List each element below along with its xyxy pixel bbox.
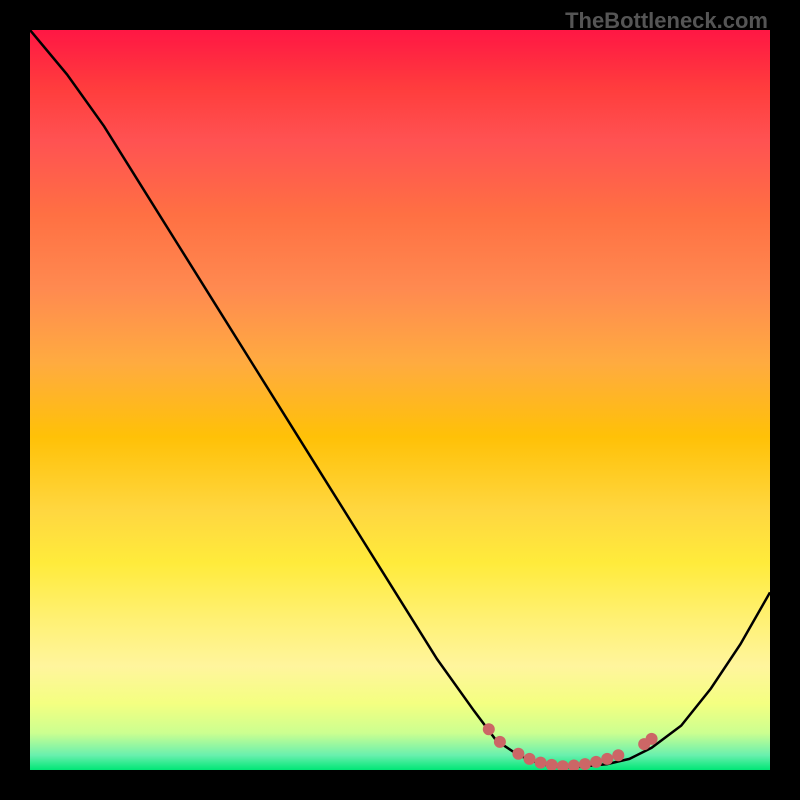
plot-area xyxy=(30,30,770,770)
highlight-dot xyxy=(601,753,613,765)
highlight-dot xyxy=(557,760,569,770)
highlight-dot xyxy=(546,759,558,770)
highlight-dot xyxy=(590,756,602,768)
highlight-dot xyxy=(579,758,591,770)
highlight-dot xyxy=(535,757,547,769)
watermark-text: TheBottleneck.com xyxy=(565,8,768,34)
highlight-dot xyxy=(568,760,580,770)
highlight-dot xyxy=(483,723,495,735)
highlight-dot xyxy=(512,748,524,760)
optimal-range-dots xyxy=(30,30,770,770)
highlight-dot xyxy=(612,749,624,761)
highlight-dot xyxy=(646,733,658,745)
chart-container: TheBottleneck.com xyxy=(0,0,800,800)
highlight-dot xyxy=(524,753,536,765)
highlight-dot xyxy=(494,736,506,748)
